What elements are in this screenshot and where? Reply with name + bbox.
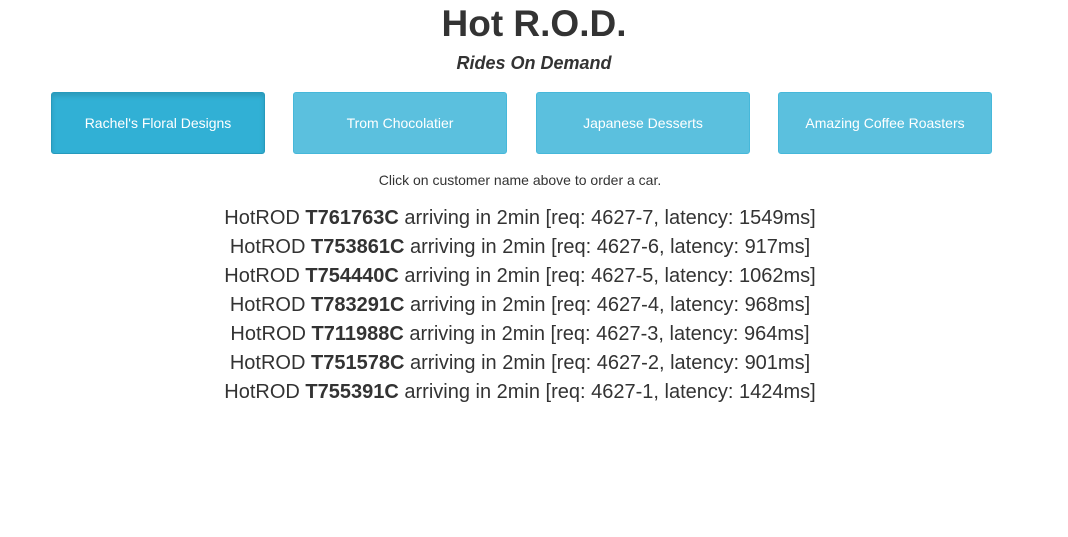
ride-status: arriving in 2min [req: 4627-5, latency: … [404,265,816,287]
ride-item: HotROD T751578C arriving in 2min [req: 4… [0,349,1040,378]
ride-plate: T755391C [305,381,399,403]
ride-plate: T751578C [310,352,405,374]
ride-plate: T753861C [310,236,405,258]
ride-plate: T711988C [311,323,404,345]
ride-prefix: HotROD [224,207,300,229]
ride-prefix: HotROD [230,323,306,345]
ride-prefix: HotROD [229,294,306,316]
customer-buttons: Rachel's Floral Designs Trom Chocolatier… [51,92,992,154]
header: Hot R.O.D. Rides On Demand [0,0,1068,74]
ride-item: HotROD T755391C arriving in 2min [req: 4… [0,378,1040,407]
ride-item: HotROD T753861C arriving in 2min [req: 4… [0,233,1040,262]
ride-prefix: HotROD [224,381,300,403]
ride-status: arriving in 2min [req: 4627-1, latency: … [404,381,816,403]
order-hint: Click on customer name above to order a … [378,172,662,188]
ride-status: arriving in 2min [req: 4627-7, latency: … [404,207,816,229]
ride-item: HotROD T783291C arriving in 2min [req: 4… [0,291,1040,320]
customer-button-trom-chocolatier[interactable]: Trom Chocolatier [293,92,507,154]
customer-button-japanese-desserts[interactable]: Japanese Desserts [536,92,750,154]
ride-prefix: HotROD [229,236,306,258]
page-title: Hot R.O.D. [441,3,627,44]
ride-status: arriving in 2min [req: 4627-6, latency: … [409,236,811,258]
ride-prefix: HotROD [224,265,300,287]
ride-plate: T761763C [305,207,399,229]
ride-item: HotROD T754440C arriving in 2min [req: 4… [0,262,1040,291]
customer-button-amazing-coffee-roasters[interactable]: Amazing Coffee Roasters [778,92,992,154]
ride-status: arriving in 2min [req: 4627-4, latency: … [409,294,811,316]
customer-button-rachels-floral-designs[interactable]: Rachel's Floral Designs [51,92,265,154]
ride-list: HotROD T761763C arriving in 2min [req: 4… [0,204,1040,407]
page-subtitle: Rides On Demand [456,53,612,73]
ride-status: arriving in 2min [req: 4627-2, latency: … [409,352,811,374]
ride-plate: T783291C [310,294,405,316]
ride-item: HotROD T711988C arriving in 2min [req: 4… [0,320,1040,349]
ride-item: HotROD T761763C arriving in 2min [req: 4… [0,204,1040,233]
ride-prefix: HotROD [229,352,306,374]
ride-plate: T754440C [305,265,399,287]
ride-status: arriving in 2min [req: 4627-3, latency: … [409,323,810,345]
